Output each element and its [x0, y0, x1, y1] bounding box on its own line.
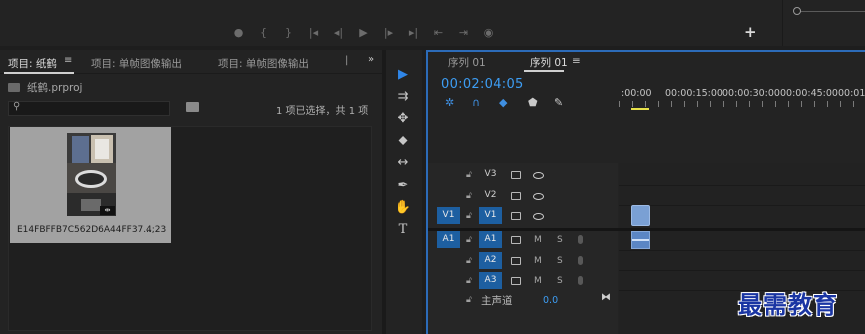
tab-project-single-frame-2[interactable]: 项目: 单帧图像输出	[218, 56, 309, 71]
add-marker-timeline-icon[interactable]: ◆	[499, 96, 507, 109]
tab-sequence-01-b[interactable]: 序列 01	[530, 55, 568, 70]
track-target-v2[interactable]: V2	[479, 187, 502, 204]
ruler-label: 00:00:30:00	[722, 88, 780, 99]
go-to-out-icon[interactable]: ▸|	[401, 26, 426, 39]
tab-menu-icon[interactable]: ≡	[64, 55, 72, 66]
slip-tool-icon[interactable]: ↔	[394, 154, 412, 172]
solo-button[interactable]: S	[557, 256, 563, 266]
selection-count: 1 项已选择，共 1 项	[276, 106, 369, 117]
source-patch-v1[interactable]: V1	[437, 207, 460, 224]
pen-tool-icon[interactable]: ✒	[394, 177, 412, 195]
voiceover-mic-icon[interactable]	[578, 235, 583, 244]
ruler-label: 00:01	[838, 88, 865, 99]
timeline-empty-band	[428, 110, 865, 163]
search-input[interactable]	[8, 101, 170, 116]
selection-tool-icon[interactable]: ▶	[394, 66, 412, 84]
active-tab-underline	[4, 72, 74, 74]
lock-icon[interactable]: 🔓︎	[466, 256, 472, 266]
zoom-slider-track[interactable]	[794, 11, 865, 12]
tab-project-single-frame-1[interactable]: 项目: 单帧图像输出	[91, 56, 182, 71]
eye-icon[interactable]	[533, 172, 544, 179]
sync-lock-icon[interactable]	[511, 236, 521, 244]
project-file-name: 纸鹤.prproj	[27, 82, 83, 94]
step-back-icon[interactable]: ◂|	[326, 26, 351, 39]
razor-tool-icon[interactable]: ⬥	[394, 132, 412, 150]
mark-out-icon[interactable]: }	[276, 26, 301, 39]
voiceover-mic-icon[interactable]	[578, 276, 583, 285]
track-target-a2[interactable]: A2	[479, 252, 502, 269]
sync-lock-icon[interactable]	[511, 171, 521, 179]
master-volume-value[interactable]: 0.0	[543, 295, 558, 306]
ripple-edit-tool-icon[interactable]: ✥	[394, 110, 412, 128]
play-icon[interactable]: ▶	[351, 26, 376, 39]
track-target-v3[interactable]: V3	[479, 166, 502, 183]
timeline-tab-bar: 序列 01 序列 01 ≡	[428, 52, 865, 72]
lock-icon[interactable]: 🔓︎	[466, 191, 472, 201]
hand-tool-icon[interactable]: ✋	[394, 199, 412, 217]
watermark-logo: 最需教育	[738, 290, 838, 319]
mute-button[interactable]: M	[534, 256, 542, 266]
folder-icon	[8, 83, 20, 92]
marker-icon[interactable]: ⬟	[528, 96, 538, 109]
playhead-timecode[interactable]: 00:02:04:05	[441, 77, 524, 92]
mark-in-icon[interactable]: {	[251, 26, 276, 39]
tab-sequence-01-a[interactable]: 序列 01	[448, 55, 486, 70]
clip-type-badge-icon: ⇹	[100, 206, 115, 215]
source-patch-a1[interactable]: A1	[437, 231, 460, 248]
lock-icon[interactable]: 🔓︎	[466, 211, 472, 221]
solo-button[interactable]: S	[557, 276, 563, 286]
ruler-label: 00:00:45:00	[780, 88, 838, 99]
search-icon: ⚲	[13, 101, 21, 112]
snap-icon[interactable]: ✲	[445, 96, 454, 109]
zoom-slider-handle[interactable]	[793, 7, 801, 15]
voiceover-mic-icon[interactable]	[578, 256, 583, 265]
extract-icon[interactable]: ⇥	[451, 26, 476, 39]
solo-button[interactable]: S	[557, 235, 563, 245]
track-target-a3[interactable]: A3	[479, 272, 502, 289]
lock-icon[interactable]: 🔓︎	[466, 170, 472, 180]
eye-icon[interactable]	[533, 193, 544, 200]
lift-icon[interactable]: ⇤	[426, 26, 451, 39]
sync-lock-icon[interactable]	[511, 257, 521, 265]
go-to-end-icon[interactable]: ⧓	[601, 292, 611, 303]
tab-project-zhihe[interactable]: 项目: 纸鹤	[8, 56, 57, 71]
project-tab-bar: 项目: 纸鹤 ≡ 项目: 单帧图像输出 项目: 单帧图像输出 |	[0, 50, 382, 74]
step-forward-icon[interactable]: |▸	[376, 26, 401, 39]
button-editor-add-button[interactable]: +	[744, 23, 757, 41]
export-frame-icon[interactable]: ◉	[476, 26, 501, 39]
eye-icon[interactable]	[533, 213, 544, 220]
new-search-bin-icon[interactable]	[186, 102, 199, 112]
active-timeline-tab-underline	[524, 70, 564, 72]
go-to-in-icon[interactable]: |◂	[301, 26, 326, 39]
master-track-label: 主声道	[481, 295, 513, 307]
clip-thumbnail-image[interactable]	[67, 133, 116, 216]
track-select-tool-icon[interactable]: ⇉	[394, 88, 412, 106]
add-marker-icon[interactable]: ●	[226, 26, 251, 39]
track-target-v1[interactable]: V1	[479, 207, 502, 224]
ruler-ticks	[619, 101, 865, 107]
lock-icon[interactable]: 🔓︎	[466, 276, 472, 286]
clip-name: E14FBFFB7C562D6A44FF37...	[17, 225, 152, 235]
ruler-label: 00:00:15:00	[665, 88, 723, 99]
panel-overflow-button[interactable]: »	[368, 54, 374, 65]
sync-lock-icon[interactable]	[511, 277, 521, 285]
audio-waveform	[632, 239, 649, 241]
clip-duration: 4;23	[146, 225, 167, 235]
wrench-icon[interactable]: ✎	[554, 96, 563, 109]
linked-selection-icon[interactable]: ∩	[472, 96, 480, 109]
lock-icon[interactable]: 🔓︎	[466, 295, 472, 305]
sync-lock-icon[interactable]	[511, 212, 521, 220]
sync-lock-icon[interactable]	[511, 192, 521, 200]
monitor-transport-controls: ● { } |◂ ◂| ▶ |▸ ▸| ⇤ ⇥ ◉	[226, 22, 501, 42]
project-path: 纸鹤.prproj	[8, 80, 82, 95]
tab-separator: |	[345, 55, 349, 66]
mute-button[interactable]: M	[534, 276, 542, 286]
type-tool-icon[interactable]: T	[394, 221, 412, 239]
ruler-label: :00:00	[621, 88, 652, 99]
video-clip[interactable]	[631, 205, 650, 226]
mute-button[interactable]: M	[534, 235, 542, 245]
track-target-a1[interactable]: A1	[479, 231, 502, 248]
lock-icon[interactable]: 🔓︎	[466, 235, 472, 245]
timeline-tab-menu-icon[interactable]: ≡	[572, 55, 581, 67]
